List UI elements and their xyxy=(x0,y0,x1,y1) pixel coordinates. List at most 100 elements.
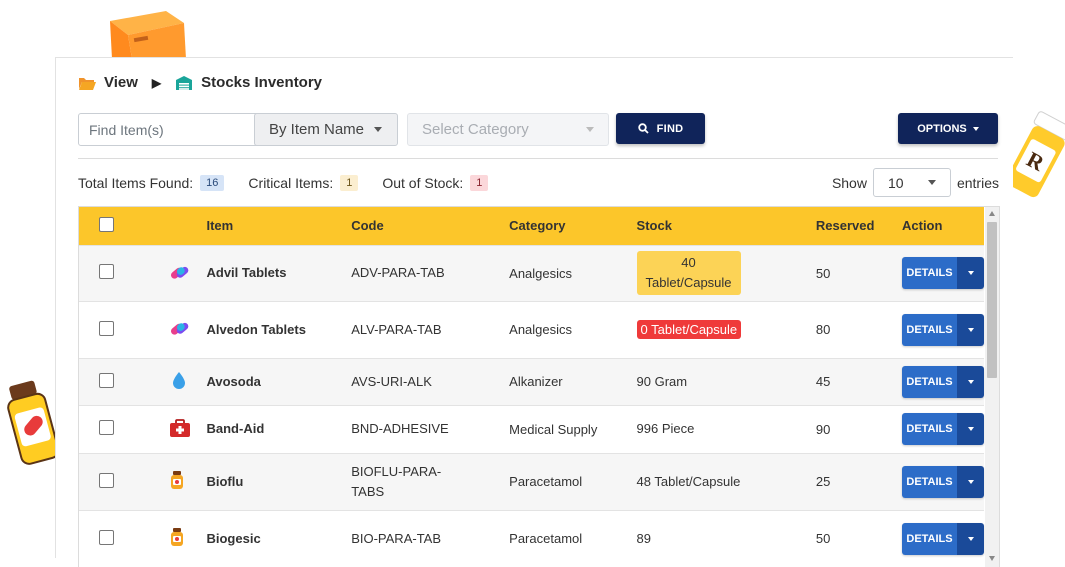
scroll-down-arrow-icon[interactable] xyxy=(989,556,995,561)
box-illustration-icon xyxy=(110,11,186,59)
category-select[interactable]: Select Category xyxy=(407,113,609,146)
item-name: Avosoda xyxy=(206,357,352,405)
details-dropdown-toggle[interactable] xyxy=(957,465,984,498)
options-button[interactable]: OPTIONS xyxy=(898,113,998,144)
item-stock: 90 Gram xyxy=(636,357,816,405)
header-item[interactable]: Item xyxy=(206,207,351,245)
item-code: ADV-PARA-TAB xyxy=(351,244,510,301)
header-stock[interactable]: Stock xyxy=(637,207,816,245)
details-button-group: DETAILS xyxy=(902,465,984,498)
caret-down-icon xyxy=(927,180,936,185)
row-checkbox[interactable] xyxy=(99,320,114,336)
inventory-stats: Total Items Found: 16 Critical Items: 1 … xyxy=(78,175,512,191)
sort-by-value: By Item Name xyxy=(269,121,365,138)
item-code: BIO-PARA-TAB xyxy=(351,509,510,567)
header-category[interactable]: Category xyxy=(509,207,636,245)
row-checkbox[interactable] xyxy=(99,472,114,488)
details-button[interactable]: DETAILS xyxy=(902,465,957,498)
search-icon xyxy=(637,123,649,134)
details-dropdown-toggle[interactable] xyxy=(957,365,984,398)
details-button[interactable]: DETAILS xyxy=(902,313,957,346)
item-category: Alkanizer xyxy=(509,357,637,405)
caret-down-icon xyxy=(967,271,974,275)
item-name: Band-Aid xyxy=(206,404,352,453)
header-action: Action xyxy=(902,218,943,234)
caret-down-icon xyxy=(972,126,979,131)
table-row: Alvedon Tablets ALV-PARA-TAB Analgesics … xyxy=(79,300,984,358)
divider xyxy=(78,158,998,159)
find-label: FIND xyxy=(656,122,684,135)
scroll-up-arrow-icon[interactable] xyxy=(989,211,995,216)
table-scrollbar[interactable] xyxy=(985,207,999,567)
item-reserved: 45 xyxy=(815,357,902,405)
details-dropdown-toggle[interactable] xyxy=(957,313,984,346)
caret-down-icon xyxy=(586,127,594,132)
row-checkbox[interactable] xyxy=(99,372,114,388)
options-label: OPTIONS xyxy=(917,122,967,135)
item-category: Paracetamol xyxy=(509,452,637,510)
item-stock: 48 Tablet/Capsule xyxy=(636,452,816,510)
find-button[interactable]: FIND xyxy=(616,113,705,144)
caret-down-icon xyxy=(967,379,974,384)
sort-by-select[interactable]: By Item Name xyxy=(254,113,398,146)
pill-bottle-icon xyxy=(169,527,185,547)
stock-critical-badge: 40 Tablet/Capsule xyxy=(636,251,741,295)
breadcrumb-view[interactable]: View xyxy=(104,74,138,91)
item-reserved: 25 xyxy=(815,452,902,510)
critical-items-label: Critical Items: xyxy=(248,175,334,191)
scroll-thumb[interactable] xyxy=(987,222,997,378)
first-aid-kit-icon xyxy=(169,418,191,438)
details-dropdown-toggle[interactable] xyxy=(957,413,984,445)
item-code: BIOFLU-PARA-TABS xyxy=(351,452,510,510)
critical-items-badge: 1 xyxy=(340,175,359,191)
find-item-input[interactable] xyxy=(78,113,266,146)
table-row: Biogesic BIO-PARA-TAB Paracetamol 89 50 … xyxy=(79,509,984,567)
item-name: Alvedon Tablets xyxy=(206,300,352,358)
details-dropdown-toggle[interactable] xyxy=(957,257,984,289)
details-button-group: DETAILS xyxy=(902,365,984,398)
caret-down-icon xyxy=(967,536,974,541)
details-dropdown-toggle[interactable] xyxy=(957,522,984,555)
item-reserved: 50 xyxy=(815,244,902,301)
capsule-icon xyxy=(169,262,189,282)
item-name: Advil Tablets xyxy=(206,244,352,301)
details-button-group: DETAILS xyxy=(902,257,984,289)
item-reserved: 80 xyxy=(815,300,902,358)
details-button[interactable]: DETAILS xyxy=(902,522,957,555)
item-code: ALV-PARA-TAB xyxy=(351,300,510,358)
item-code: AVS-URI-ALK xyxy=(351,357,510,405)
warehouse-icon xyxy=(175,75,193,91)
pill-bottle-icon xyxy=(169,470,185,490)
caret-down-icon xyxy=(967,427,974,431)
entries-select[interactable]: 10 xyxy=(872,168,951,197)
show-label: Show xyxy=(831,174,867,191)
item-reserved: 50 xyxy=(815,509,902,567)
item-category: Analgesics xyxy=(509,244,637,301)
row-checkbox[interactable] xyxy=(99,529,114,545)
out-of-stock-stat: Out of Stock: 1 xyxy=(382,175,489,191)
row-checkbox[interactable] xyxy=(99,264,114,279)
breadcrumb: View ▶ Stocks Inventory xyxy=(78,74,322,91)
stocks-inventory-card: View ▶ Stocks Inventory By Item Name Sel… xyxy=(55,57,1013,567)
out-of-stock-badge: 1 xyxy=(470,175,489,191)
table-row: Band-Aid BND-ADHESIVE Medical Supply 996… xyxy=(79,404,984,453)
details-button[interactable]: DETAILS xyxy=(902,257,957,289)
item-stock: 89 xyxy=(636,509,816,567)
folder-open-icon xyxy=(78,76,96,90)
details-button-group: DETAILS xyxy=(902,413,984,445)
caret-down-icon xyxy=(967,327,974,332)
page-title: Stocks Inventory xyxy=(201,74,323,91)
item-name: Biogesic xyxy=(206,509,352,567)
details-button[interactable]: DETAILS xyxy=(902,365,957,398)
header-code[interactable]: Code xyxy=(351,207,509,245)
entries-value: 10 xyxy=(887,174,904,191)
row-checkbox[interactable] xyxy=(99,420,114,435)
header-reserved[interactable]: Reserved xyxy=(816,207,902,245)
item-reserved: 90 xyxy=(815,404,902,453)
stock-out-badge: 0 Tablet/Capsule xyxy=(636,319,742,339)
select-all-checkbox[interactable] xyxy=(99,216,114,232)
details-button[interactable]: DETAILS xyxy=(902,413,957,445)
total-items-label: Total Items Found: xyxy=(78,175,194,191)
inventory-table-container[interactable]: Item Code Category Stock Reserved Action… xyxy=(78,206,1000,567)
total-items-stat: Total Items Found: 16 xyxy=(78,175,225,191)
